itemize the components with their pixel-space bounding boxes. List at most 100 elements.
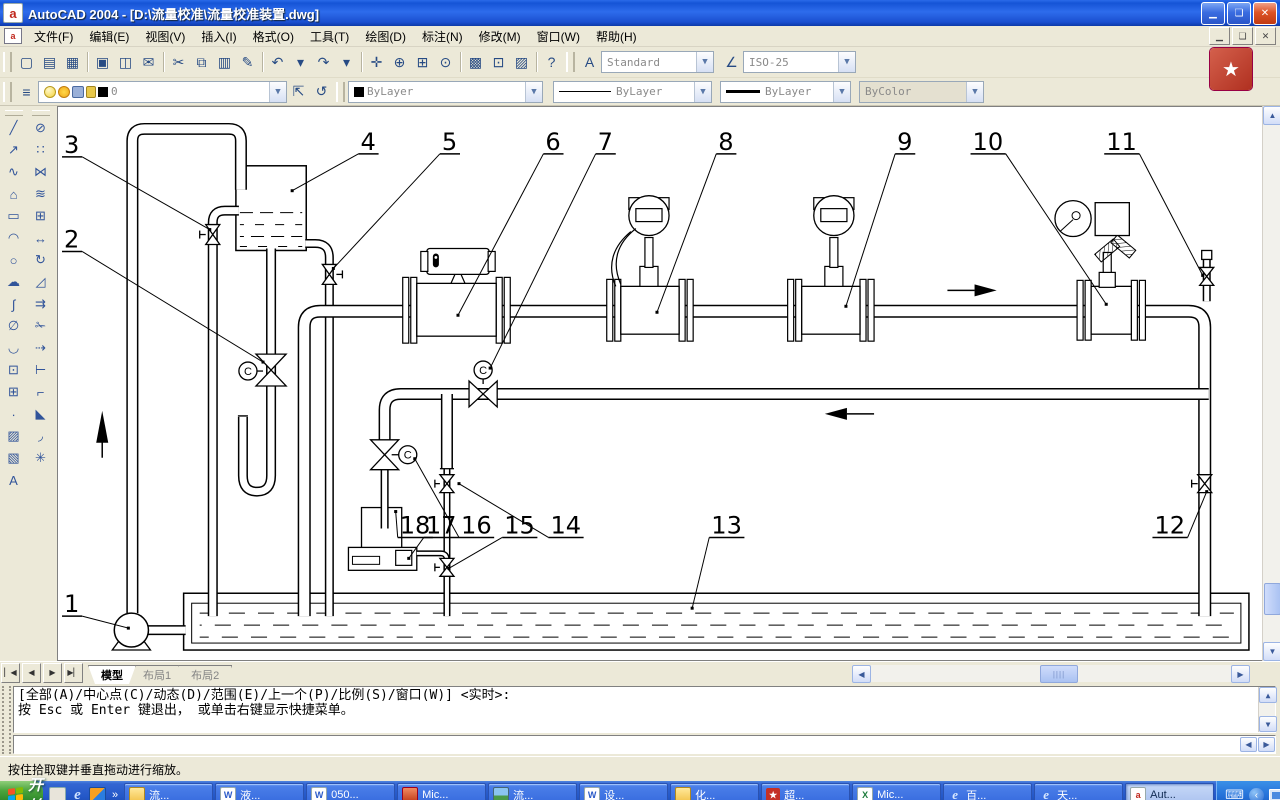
- polyline-icon[interactable]: ∿: [2, 161, 25, 183]
- scroll-right-icon[interactable]: ▶: [1231, 665, 1250, 683]
- menu-item-9[interactable]: 修改(M): [471, 26, 529, 47]
- chevron-down-icon[interactable]: ▼: [694, 82, 711, 102]
- mdi-close-button[interactable]: ✕: [1255, 27, 1276, 45]
- fillet-icon[interactable]: ◞: [29, 425, 52, 447]
- mdi-restore-button[interactable]: ❏: [1232, 27, 1253, 45]
- taskbar-button-12[interactable]: aAut...: [1125, 783, 1214, 800]
- erase-icon[interactable]: ⊘: [29, 117, 52, 139]
- start-button[interactable]: 开始: [0, 781, 43, 800]
- properties-icon[interactable]: ▨: [510, 51, 533, 74]
- point-icon[interactable]: ∙: [2, 403, 25, 425]
- menu-item-2[interactable]: 编辑(E): [81, 26, 137, 47]
- chevron-down-icon[interactable]: ▼: [833, 82, 850, 102]
- layer-combo[interactable]: 0 ▼: [38, 81, 287, 103]
- taskbar-button-2[interactable]: W液...: [215, 783, 304, 800]
- help-icon[interactable]: ?: [540, 51, 563, 74]
- layer-on-icon[interactable]: [44, 86, 56, 98]
- array-icon[interactable]: ⊞: [29, 205, 52, 227]
- color-combo[interactable]: ByLayer ▼: [348, 81, 543, 103]
- last-tab-icon[interactable]: ▶▏: [64, 663, 83, 683]
- scroll-right-icon[interactable]: ▶: [1258, 737, 1275, 752]
- taskbar-button-1[interactable]: 流...: [124, 783, 213, 800]
- mdi-minimize-button[interactable]: ▁: [1209, 27, 1230, 45]
- copy-object-icon[interactable]: ∷: [29, 139, 52, 161]
- explode-icon[interactable]: ✳: [29, 447, 52, 469]
- chevron-down-icon[interactable]: ▼: [966, 82, 983, 102]
- zoom-window-icon[interactable]: ⊞: [411, 51, 434, 74]
- taskbar-button-4[interactable]: Mic...: [397, 783, 486, 800]
- taskbar-button-6[interactable]: W设...: [579, 783, 668, 800]
- scroll-up-icon[interactable]: ▲: [1263, 106, 1280, 125]
- menu-item-1[interactable]: 文件(F): [26, 26, 81, 47]
- rectangle-icon[interactable]: ▭: [2, 205, 25, 227]
- redo-dropdown-icon[interactable]: ▾: [335, 51, 358, 74]
- polygon-icon[interactable]: ⌂: [2, 183, 25, 205]
- layer-previous-icon[interactable]: ↺: [310, 80, 333, 103]
- autocad-app-icon[interactable]: a: [3, 3, 23, 23]
- scroll-left-icon[interactable]: ◀: [852, 665, 871, 683]
- internet-explorer-icon[interactable]: e: [70, 788, 85, 800]
- ssreader-logo[interactable]: ★: [1210, 48, 1252, 90]
- match-properties-icon[interactable]: ✎: [236, 51, 259, 74]
- taskbar-button-5[interactable]: 流...: [488, 783, 577, 800]
- circle-icon[interactable]: ○: [2, 249, 25, 271]
- layer-freeze-icon[interactable]: [58, 86, 70, 98]
- menu-item-4[interactable]: 插入(I): [193, 26, 244, 47]
- cut-icon[interactable]: ✂: [167, 51, 190, 74]
- minimize-button[interactable]: ▁: [1201, 2, 1225, 25]
- layer-plot-icon[interactable]: [72, 86, 84, 98]
- layer-lock-icon[interactable]: [86, 86, 96, 98]
- scroll-down-icon[interactable]: ▼: [1259, 716, 1277, 732]
- chevron-down-icon[interactable]: ▼: [696, 52, 713, 72]
- stretch-icon[interactable]: ⇉: [29, 293, 52, 315]
- taskbar-button-9[interactable]: XMic...: [852, 783, 941, 800]
- publish-icon[interactable]: ✉: [137, 51, 160, 74]
- restore-button[interactable]: ❏: [1227, 2, 1251, 25]
- zoom-previous-icon[interactable]: ⊙: [434, 51, 457, 74]
- next-tab-icon[interactable]: ▶: [43, 663, 62, 683]
- command-input[interactable]: ◀ ▶: [13, 735, 1276, 754]
- quick-launch-more-icon[interactable]: »: [112, 789, 118, 800]
- first-tab-icon[interactable]: ▏◀: [1, 663, 20, 683]
- text-style-combo[interactable]: Standard▼: [601, 51, 714, 73]
- toolbar-grip[interactable]: [5, 110, 23, 116]
- break-icon[interactable]: ⌐: [29, 381, 52, 403]
- menu-item-10[interactable]: 窗口(W): [529, 26, 588, 47]
- display-tray-icon[interactable]: [1269, 789, 1280, 800]
- break-point-icon[interactable]: ⊢: [29, 359, 52, 381]
- mirror-icon[interactable]: ⋈: [29, 161, 52, 183]
- print-preview-icon[interactable]: ◫: [114, 51, 137, 74]
- toolpalettes-icon[interactable]: ▩: [464, 51, 487, 74]
- revcloud-icon[interactable]: ☁: [2, 271, 25, 293]
- show-desktop-icon[interactable]: [49, 787, 66, 800]
- print-icon[interactable]: ▣: [91, 51, 114, 74]
- menu-item-5[interactable]: 格式(O): [245, 26, 302, 47]
- command-window-grip[interactable]: [2, 686, 11, 754]
- pan-icon[interactable]: ✛: [365, 51, 388, 74]
- save-icon[interactable]: ▦: [61, 51, 84, 74]
- scroll-down-icon[interactable]: ▼: [1263, 642, 1280, 661]
- taskbar-button-11[interactable]: e天...: [1034, 783, 1123, 800]
- move-icon[interactable]: ↔: [29, 227, 52, 249]
- toolbar-grip[interactable]: [3, 82, 12, 102]
- zoom-realtime-icon[interactable]: ⊕: [388, 51, 411, 74]
- command-history[interactable]: [全部(A)/中心点(C)/动态(D)/范围(E)/上一个(P)/比例(S)/窗…: [13, 686, 1276, 733]
- drawing-file-icon[interactable]: a: [4, 28, 22, 44]
- new-icon[interactable]: ▢: [15, 51, 38, 74]
- keyboard-tray-icon[interactable]: ⌨: [1225, 787, 1244, 800]
- chevron-down-icon[interactable]: ▼: [269, 82, 286, 102]
- taskbar-button-10[interactable]: e百...: [943, 783, 1032, 800]
- close-button[interactable]: ✕: [1253, 2, 1277, 25]
- drawing-canvas[interactable]: C C C 123456789101112131415161718: [57, 106, 1262, 661]
- extend-icon[interactable]: ⇢: [29, 337, 52, 359]
- rotate-icon[interactable]: ↻: [29, 249, 52, 271]
- menu-item-6[interactable]: 工具(T): [302, 26, 357, 47]
- scroll-up-icon[interactable]: ▲: [1259, 687, 1277, 703]
- paste-icon[interactable]: ▥: [213, 51, 236, 74]
- tab-模型[interactable]: 模型: [88, 665, 136, 684]
- command-scrollbar[interactable]: ▲ ▼: [1258, 687, 1275, 732]
- vertical-scrollbar[interactable]: ▲ ▼: [1262, 106, 1280, 661]
- dim-style-icon[interactable]: ∠: [720, 51, 743, 74]
- taskbar-button-8[interactable]: ★超...: [761, 783, 850, 800]
- trim-icon[interactable]: ✁: [29, 315, 52, 337]
